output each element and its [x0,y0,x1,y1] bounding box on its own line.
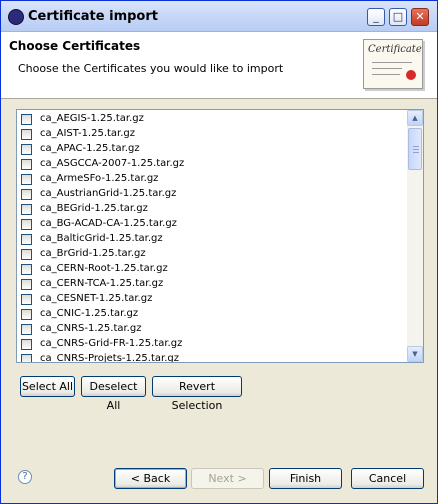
checkbox[interactable] [21,249,32,260]
list-item[interactable]: ca_CESNET-1.25.tar.gz [17,292,405,307]
certificate-image-icon: Certificate [363,39,423,89]
list-item[interactable]: ca_AustrianGrid-1.25.tar.gz [17,187,405,202]
maximize-button[interactable]: □ [389,8,407,26]
help-icon[interactable]: ? [18,470,32,484]
list-item[interactable]: ca_AEGIS-1.25.tar.gz [17,112,405,127]
list-item[interactable]: ca_APAC-1.25.tar.gz [17,142,405,157]
checkbox[interactable] [21,174,32,185]
checkbox[interactable] [21,264,32,275]
grip-line [413,146,419,147]
checkbox[interactable] [21,219,32,230]
list-item[interactable]: ca_BEGrid-1.25.tar.gz [17,202,405,217]
checkbox[interactable] [21,294,32,305]
certificate-label: ca_CERN-TCA-1.25.tar.gz [40,278,164,289]
list-item[interactable]: ca_CERN-TCA-1.25.tar.gz [17,277,405,292]
vertical-scrollbar[interactable]: ▲ ▼ [407,110,423,362]
scroll-up-icon[interactable]: ▲ [407,110,423,126]
certificate-label: ca_AustrianGrid-1.25.tar.gz [40,188,177,199]
list-item[interactable]: ca_ASGCCA-2007-1.25.tar.gz [17,157,405,172]
list-item[interactable]: ca_CNRS-1.25.tar.gz [17,322,405,337]
checkbox[interactable] [21,144,32,155]
list-item[interactable]: ca_CNRS-Grid-FR-1.25.tar.gz [17,337,405,352]
certificate-label: ca_APAC-1.25.tar.gz [40,143,140,154]
certificate-label: ca_CESNET-1.25.tar.gz [40,293,153,304]
page-description: Choose the Certificates you would like t… [18,62,284,75]
certificate-line [372,74,400,75]
select-all-button[interactable]: Select All [20,376,75,397]
checkbox[interactable] [21,204,32,215]
page-title: Choose Certificates [9,39,141,53]
finish-button[interactable]: Finish [269,468,342,489]
certificate-label: ca_BalticGrid-1.25.tar.gz [40,233,163,244]
certificate-label: ca_AEGIS-1.25.tar.gz [40,113,144,124]
checkbox[interactable] [21,309,32,320]
certificate-line [372,68,402,69]
list-item[interactable]: ca_BG-ACAD-CA-1.25.tar.gz [17,217,405,232]
minimize-button[interactable]: _ [367,8,385,26]
certificate-list[interactable]: ca_AEGIS-1.25.tar.gz ca_AIST-1.25.tar.gz… [16,109,424,363]
checkbox[interactable] [21,339,32,350]
wizard-header: Choose Certificates Choose the Certifica… [1,32,437,99]
checkbox[interactable] [21,354,32,362]
certificate-label: ca_BrGrid-1.25.tar.gz [40,248,146,259]
window-title: Certificate import [28,9,158,24]
certificate-line [372,62,412,63]
certificate-label: ca_CNIC-1.25.tar.gz [40,308,139,319]
list-item[interactable]: ca_BalticGrid-1.25.tar.gz [17,232,405,247]
list-item[interactable]: ca_CERN-Root-1.25.tar.gz [17,262,405,277]
revert-selection-button[interactable]: Revert Selection [152,376,242,412]
certificate-label: ca_CERN-Root-1.25.tar.gz [40,263,168,274]
back-button[interactable]: < Back [114,468,187,489]
certificate-label: ca_BEGrid-1.25.tar.gz [40,203,148,214]
certificate-label: ca_ArmeSFo-1.25.tar.gz [40,173,159,184]
certificate-label: ca_CNRS-Grid-FR-1.25.tar.gz [40,338,183,349]
scrollbar-thumb[interactable] [408,128,422,170]
checkbox[interactable] [21,114,32,125]
checkbox[interactable] [21,234,32,245]
certificate-seal [406,70,416,80]
list-item[interactable]: ca_AIST-1.25.tar.gz [17,127,405,142]
eclipse-icon [8,9,24,25]
certificate-label: ca_CNRS-1.25.tar.gz [40,323,142,334]
certificate-label: ca_CNRS-Projets-1.25.tar.gz [40,353,179,363]
close-button[interactable]: ✕ [411,8,429,26]
checkbox[interactable] [21,324,32,335]
certificate-image-label: Certificate [368,44,422,55]
deselect-all-button[interactable]: Deselect All [81,376,146,412]
checkbox[interactable] [21,129,32,140]
list-item[interactable]: ca_CNRS-Projets-1.25.tar.gz [17,352,405,363]
list-item[interactable]: ca_CNIC-1.25.tar.gz [17,307,405,322]
checkbox[interactable] [21,279,32,290]
certificate-label: ca_BG-ACAD-CA-1.25.tar.gz [40,218,177,229]
next-button: Next > [191,468,264,489]
grip-line [413,149,419,150]
cancel-button[interactable]: Cancel [351,468,424,489]
title-bar[interactable]: Certificate import _ □ ✕ [1,1,437,32]
scroll-down-icon[interactable]: ▼ [407,346,423,362]
checkbox[interactable] [21,189,32,200]
grip-line [413,152,419,153]
certificate-import-dialog: Certificate import _ □ ✕ Choose Certific… [0,0,438,504]
list-item[interactable]: ca_BrGrid-1.25.tar.gz [17,247,405,262]
list-item[interactable]: ca_ArmeSFo-1.25.tar.gz [17,172,405,187]
checkbox[interactable] [21,159,32,170]
certificate-label: ca_ASGCCA-2007-1.25.tar.gz [40,158,185,169]
certificate-label: ca_AIST-1.25.tar.gz [40,128,136,139]
